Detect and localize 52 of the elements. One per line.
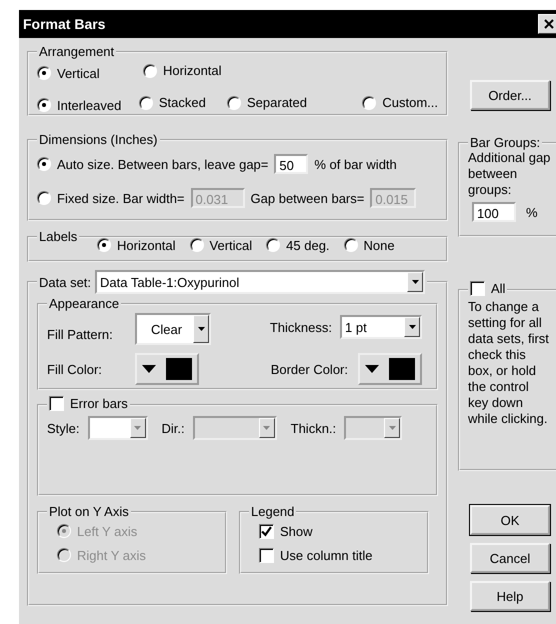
radio-option[interactable]: Stacked [138,95,206,110]
close-icon [544,19,554,29]
radio-option[interactable]: Custom... [362,95,438,110]
checkbox-option[interactable]: Error bars [49,396,128,411]
down-triangle-icon [365,365,379,373]
field-label: Fill Pattern: [47,326,114,342]
radio-option[interactable]: 45 deg. [266,238,330,252]
unit-label: % of bar width [314,156,397,172]
group-label: Bar Groups: [469,135,542,150]
radio-option[interactable]: Vertical [190,238,252,252]
radio-option[interactable]: Vertical [37,66,100,81]
radio-option[interactable]: Horizontal [97,238,176,252]
group-label: Data set: [39,274,92,290]
dialog-button[interactable]: Cancel [470,543,550,573]
order-button[interactable]: Order... [470,80,550,110]
gap-input[interactable]: 50 [274,154,308,174]
group-label: Legend [250,504,296,519]
group-label: Plot on Y Axis [48,504,130,519]
dialog-button[interactable]: OK [470,505,550,535]
checkbox-option[interactable]: Use column title [259,548,372,562]
group-label: Appearance [48,296,120,311]
unit-label: % [526,204,538,220]
thickness-dropdown[interactable]: 1 pt [340,315,422,339]
color-picker-button[interactable] [135,353,199,385]
gap-input[interactable]: 100 [472,202,516,222]
fill-pattern-dropdown[interactable]: Clear [135,313,211,345]
dialog-button[interactable]: Help [470,581,550,611]
field-label: Dir.: [162,420,185,436]
field-label: Border Color: [270,362,348,376]
group-label: Labels [38,229,78,244]
dropdown-field[interactable] [88,416,148,440]
radio-option[interactable]: Horizontal [143,63,222,78]
description-text: Additional gap between groups: [468,150,552,198]
down-triangle-icon [142,365,156,373]
close-button[interactable] [538,14,556,34]
checkbox-option[interactable]: Show [259,524,313,538]
field-label: Gap between bars= [250,190,364,206]
radio-option[interactable]: Separated [227,95,307,110]
radio-option[interactable]: Interleaved [37,98,122,113]
field-label: Fill Color: [47,362,103,376]
radio-option[interactable]: Auto size. Between bars, leave gap= [37,156,268,172]
data-set-dropdown[interactable]: Data Table-1:Oxypurinol [95,270,426,294]
field-label: Thickness: [270,320,332,334]
radio-option[interactable]: None [344,238,395,252]
checkbox-option[interactable]: All [470,281,506,296]
group-label: Dimensions (Inches) [38,132,158,147]
field-label: Style: [47,420,80,436]
description-text: To change a setting for all data sets, first check this box, or hold the control key down while clicking. [468,299,550,427]
window-title: Format Bars [23,16,106,32]
group-label: Arrangement [38,44,116,59]
field-label: Thickn.: [290,420,336,436]
color-picker-button[interactable] [358,353,422,385]
